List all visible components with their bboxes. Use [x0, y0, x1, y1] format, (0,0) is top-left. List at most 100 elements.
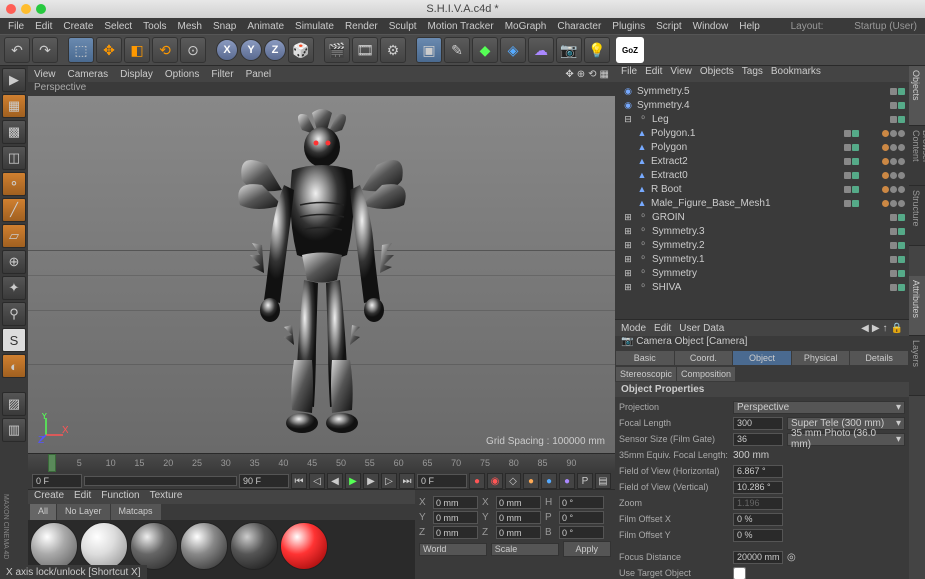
- film-offset-y-field[interactable]: [733, 529, 783, 542]
- vp-zoom-icon[interactable]: ⊕: [577, 69, 585, 80]
- tweak-mode[interactable]: ✦: [2, 276, 26, 300]
- focal-length-field[interactable]: [733, 417, 783, 430]
- tag-icon[interactable]: [882, 144, 889, 151]
- tree-item-name[interactable]: Symmetry.4: [637, 100, 887, 111]
- tag-icon[interactable]: [882, 158, 889, 165]
- attr-tab-basic[interactable]: Basic: [616, 351, 674, 365]
- close-icon[interactable]: [6, 4, 16, 14]
- mat-tab-all[interactable]: All: [30, 504, 56, 520]
- tree-item-name[interactable]: GROIN: [652, 212, 887, 223]
- vp-display[interactable]: Display: [120, 69, 153, 80]
- coord-apply-button[interactable]: Apply: [563, 541, 612, 557]
- mat-tab-matcaps[interactable]: Matcaps: [111, 504, 161, 520]
- sensor-preset-dropdown[interactable]: 35 mm Photo (36.0 mm)▾: [787, 433, 905, 446]
- tree-row[interactable]: ⊞⁰Symmetry.2: [617, 238, 907, 252]
- visibility-dot[interactable]: [852, 130, 859, 137]
- timeline-range[interactable]: [84, 476, 237, 486]
- tag-icon[interactable]: [882, 200, 889, 207]
- visibility-dot[interactable]: [890, 116, 897, 123]
- undo-button[interactable]: ↶: [4, 37, 30, 63]
- spline-pen[interactable]: ✎: [444, 37, 470, 63]
- menu-help[interactable]: Help: [735, 21, 764, 32]
- z-axis-toggle[interactable]: Z: [264, 39, 286, 61]
- attr-mode[interactable]: Mode: [621, 323, 646, 334]
- tree-row[interactable]: ◉Symmetry.4: [617, 98, 907, 112]
- attr-lock-icon[interactable]: 🔒: [891, 323, 903, 334]
- edge-mode[interactable]: ╱: [2, 198, 26, 222]
- next-frame[interactable]: ▶: [363, 473, 379, 489]
- attr-tab-composition[interactable]: Composition: [677, 367, 735, 381]
- menu-simulate[interactable]: Simulate: [291, 21, 338, 32]
- tag-icon[interactable]: [890, 130, 897, 137]
- tag-icon[interactable]: [898, 158, 905, 165]
- material-1[interactable]: [30, 522, 78, 570]
- visibility-dot[interactable]: [852, 158, 859, 165]
- menu-select[interactable]: Select: [100, 21, 136, 32]
- menu-tools[interactable]: Tools: [139, 21, 170, 32]
- generator-icon[interactable]: ◆: [472, 37, 498, 63]
- visibility-dot[interactable]: [898, 214, 905, 221]
- menu-script[interactable]: Script: [652, 21, 686, 32]
- visibility-dot[interactable]: [852, 172, 859, 179]
- tag-icon[interactable]: [890, 158, 897, 165]
- menu-motiontracker[interactable]: Motion Tracker: [424, 21, 498, 32]
- coord-scale-dd[interactable]: Scale: [491, 543, 559, 556]
- material-2[interactable]: [80, 522, 128, 570]
- attr-tab-object[interactable]: Object: [733, 351, 791, 365]
- minimize-icon[interactable]: [21, 4, 31, 14]
- expand-icon[interactable]: ⊞: [622, 281, 634, 293]
- menu-render[interactable]: Render: [341, 21, 382, 32]
- visibility-dot[interactable]: [890, 242, 897, 249]
- visibility-dot[interactable]: [890, 284, 897, 291]
- play-button[interactable]: ▶: [345, 473, 361, 489]
- attr-fwd-icon[interactable]: ▶: [872, 323, 880, 334]
- next-key[interactable]: ▷: [381, 473, 397, 489]
- tree-row[interactable]: ⊟⁰Leg: [617, 112, 907, 126]
- viewport[interactable]: Y X Z Grid Spacing : 100000 mm: [28, 96, 615, 453]
- expand-icon[interactable]: ⊟: [622, 113, 634, 125]
- tag-icon[interactable]: [890, 144, 897, 151]
- tree-row[interactable]: ⊞⁰Symmetry.3: [617, 224, 907, 238]
- tree-item-name[interactable]: Extract0: [651, 170, 841, 181]
- workplane-mode[interactable]: ◫: [2, 146, 26, 170]
- tag-icon[interactable]: [882, 186, 889, 193]
- visibility-dot[interactable]: [844, 144, 851, 151]
- fov-h-field[interactable]: [733, 465, 783, 478]
- tag-icon[interactable]: [898, 144, 905, 151]
- prev-key[interactable]: ◁: [309, 473, 325, 489]
- polygon-mode[interactable]: ▱: [2, 224, 26, 248]
- tree-item-name[interactable]: Male_Figure_Base_Mesh1: [651, 198, 841, 209]
- key-pos[interactable]: ●: [523, 473, 539, 489]
- tag-icon[interactable]: [898, 172, 905, 179]
- visibility-dot[interactable]: [898, 228, 905, 235]
- tree-item-name[interactable]: SHIVA: [652, 282, 887, 293]
- tree-row[interactable]: ▲Male_Figure_Base_Mesh1: [617, 196, 907, 210]
- material-3[interactable]: [130, 522, 178, 570]
- render-view[interactable]: 🎬: [324, 37, 350, 63]
- redo-button[interactable]: ↷: [32, 37, 58, 63]
- menu-snap[interactable]: Snap: [209, 21, 240, 32]
- coord-p[interactable]: [559, 511, 604, 524]
- maximize-icon[interactable]: [36, 4, 46, 14]
- coord-sy[interactable]: [496, 511, 541, 524]
- expand-icon[interactable]: ⊞: [622, 239, 634, 251]
- tree-row[interactable]: ⊞⁰Symmetry.1: [617, 252, 907, 266]
- visibility-dot[interactable]: [852, 200, 859, 207]
- frame-start-field[interactable]: [32, 474, 82, 488]
- attr-userdata[interactable]: User Data: [679, 323, 724, 334]
- goto-end[interactable]: ⏭: [399, 473, 415, 489]
- render-region[interactable]: 🎞: [352, 37, 378, 63]
- expand-icon[interactable]: ⊞: [622, 267, 634, 279]
- rotate-tool[interactable]: ⟲: [152, 37, 178, 63]
- scale-tool[interactable]: ◧: [124, 37, 150, 63]
- last-tool[interactable]: ⊙: [180, 37, 206, 63]
- key-param[interactable]: P: [577, 473, 593, 489]
- obj-edit[interactable]: Edit: [645, 66, 662, 82]
- vp-view[interactable]: View: [34, 69, 56, 80]
- mat-create[interactable]: Create: [34, 490, 64, 504]
- visibility-dot[interactable]: [852, 144, 859, 151]
- obj-view[interactable]: View: [670, 66, 692, 82]
- menu-file[interactable]: File: [4, 21, 28, 32]
- vp-nav-icon[interactable]: ✥: [565, 69, 573, 80]
- menu-mograph[interactable]: MoGraph: [501, 21, 551, 32]
